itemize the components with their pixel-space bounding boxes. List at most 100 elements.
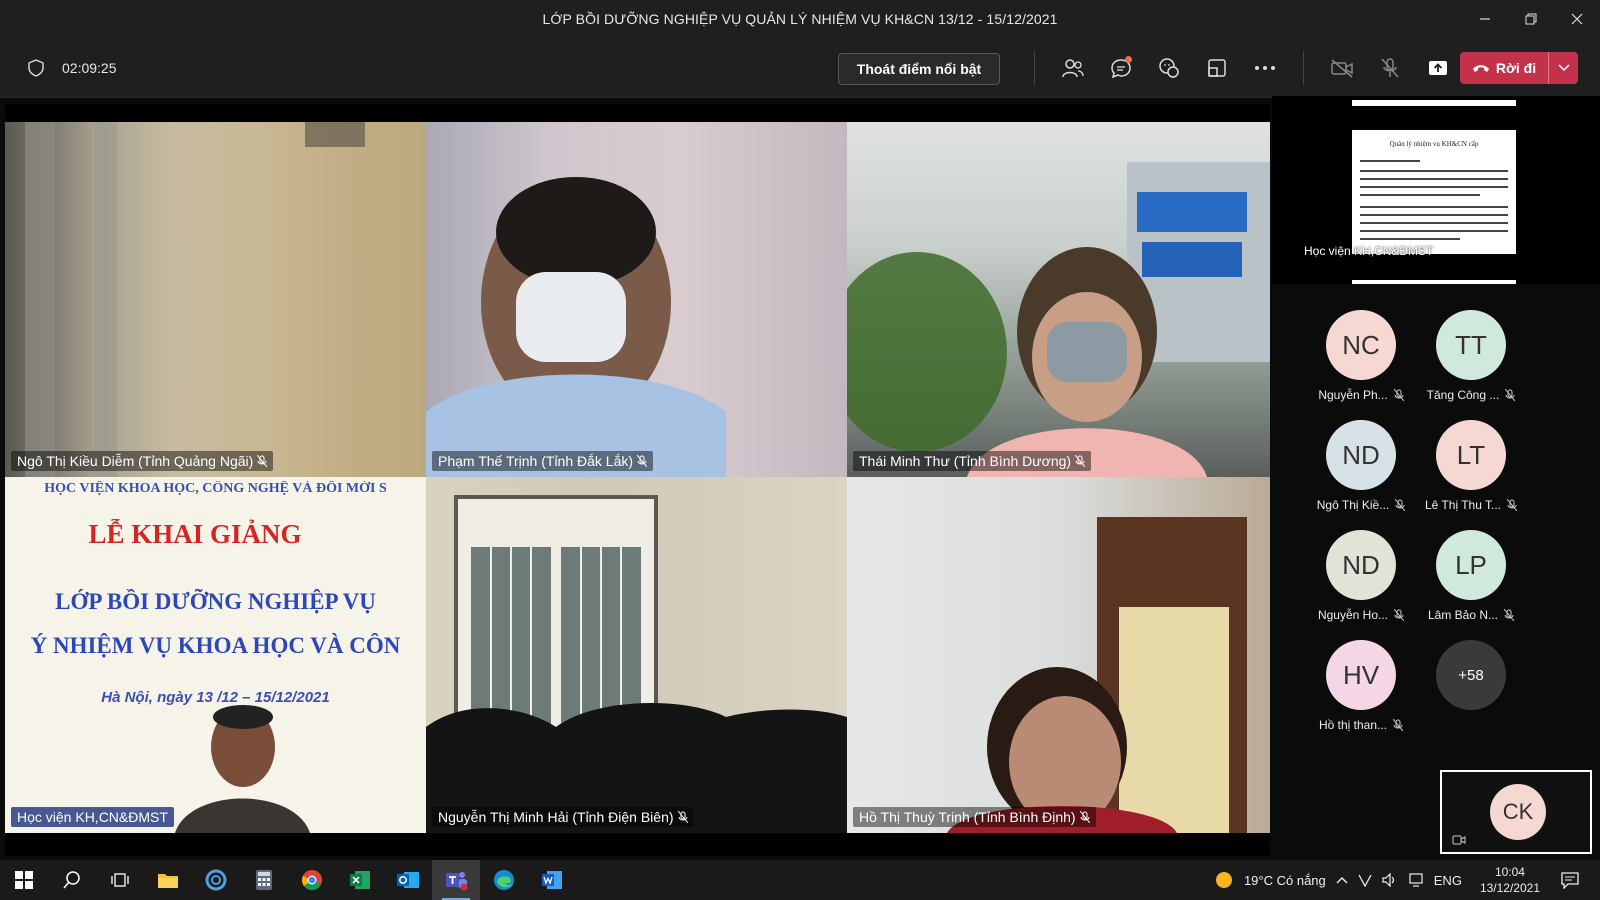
volume-icon[interactable] <box>1382 873 1398 887</box>
shared-document-page: Quản lý nhiệm vụ KH&CN cấp <box>1352 130 1516 254</box>
word-taskbar[interactable] <box>528 860 576 900</box>
participant-avatar-tile[interactable]: ND Nguyễn Ho... <box>1306 530 1416 622</box>
mic-off-icon <box>1075 455 1086 467</box>
word-icon <box>542 871 562 889</box>
minimize-button[interactable] <box>1462 0 1508 38</box>
camera-settings-icon[interactable] <box>1452 834 1466 846</box>
close-icon <box>1571 13 1583 25</box>
windows-logo-icon <box>15 871 33 889</box>
file-explorer-taskbar[interactable] <box>144 860 192 900</box>
window-title: LỚP BỒI DƯỠNG NGHIỆP VỤ QUẢN LÝ NHIỆM VỤ… <box>542 11 1058 27</box>
video-scene <box>847 162 1270 477</box>
participant-name: Nguyễn Ho... <box>1317 608 1389 622</box>
shared-content-thumbnail[interactable]: Quản lý nhiệm vụ KH&CN cấp Học viện KH,C… <box>1272 96 1600 284</box>
doc-page-fragment <box>1352 280 1516 284</box>
notifications-icon[interactable] <box>1560 871 1580 889</box>
leave-button[interactable]: Rời đi <box>1460 52 1578 84</box>
video-tile-presenter[interactable]: HỌC VIỆN KHOA HỌC, CÔNG NGHỆ VÀ ĐỔI MỚI … <box>5 477 426 833</box>
teams-taskbar[interactable] <box>432 860 480 900</box>
mic-off-icon <box>1393 389 1404 401</box>
participant-avatar-tile[interactable]: ND Ngô Thị Kiề... <box>1306 420 1416 512</box>
teams-meeting-window: LỚP BỒI DƯỠNG NGHIỆP VỤ QUẢN LÝ NHIỆM VỤ… <box>0 0 1600 900</box>
video-tile[interactable]: Hồ Thị Thuỳ Trinh (Tỉnh Bình Định) <box>847 477 1270 833</box>
shield-icon[interactable] <box>28 59 44 77</box>
outlook-taskbar[interactable] <box>384 860 432 900</box>
reaction-icon <box>1159 58 1179 78</box>
excel-icon <box>350 871 370 889</box>
more-actions-button[interactable] <box>1241 38 1289 98</box>
leave-options-dropdown[interactable] <box>1548 52 1578 84</box>
participants-button[interactable] <box>1049 38 1097 98</box>
participant-avatar-tile[interactable]: LT Lê Thị Thu T... <box>1416 420 1526 512</box>
clock-date: 13/12/2021 <box>1479 881 1540 895</box>
network-icon[interactable] <box>1408 873 1424 887</box>
participant-name: Lê Thị Thu T... <box>1424 498 1502 512</box>
clock[interactable]: 10:04 13/12/2021 <box>1480 864 1540 896</box>
phone-hangup-icon <box>1472 65 1489 72</box>
task-view-icon <box>111 873 129 887</box>
avatar: TT <box>1436 310 1506 380</box>
weather-text[interactable]: 19°C Có nắng <box>1244 873 1326 888</box>
camera-off-icon <box>1331 59 1353 78</box>
video-tile[interactable]: Nguyễn Thị Minh Hải (Tỉnh Điện Biên) <box>426 477 847 833</box>
mic-off-icon <box>1381 58 1399 78</box>
search-button[interactable] <box>48 860 96 900</box>
meeting-timer: 02:09:25 <box>62 60 117 76</box>
view-layout-button[interactable] <box>1193 38 1241 98</box>
more-icon <box>1255 66 1275 70</box>
task-view-button[interactable] <box>96 860 144 900</box>
camera-toggle-button[interactable] <box>1318 38 1366 98</box>
doc-title: Quản lý nhiệm vụ KH&CN cấp <box>1389 140 1479 148</box>
participant-name-label: Phạm Thế Trịnh (Tỉnh Đắk Lắk) <box>432 451 654 471</box>
participant-avatar-tile[interactable]: TT Tăng Công ... <box>1416 310 1526 402</box>
video-scene <box>426 177 726 477</box>
participant-avatar-tile[interactable]: HV Hồ thị than... <box>1306 640 1416 732</box>
start-button[interactable] <box>0 860 48 900</box>
excel-taskbar[interactable] <box>336 860 384 900</box>
chrome-taskbar[interactable] <box>288 860 336 900</box>
avatar: ND <box>1326 420 1396 490</box>
calculator-icon <box>256 870 272 890</box>
video-tile[interactable]: Phạm Thế Trịnh (Tỉnh Đắk Lắk) <box>426 122 847 477</box>
more-participants-count: +58 <box>1436 640 1506 710</box>
leave-label: Rời đi <box>1495 60 1537 76</box>
more-participants-button[interactable]: +58 <box>1416 640 1526 710</box>
participant-name: Tăng Công ... <box>1426 388 1500 402</box>
mic-off-icon <box>1079 811 1090 823</box>
avatar: LP <box>1436 530 1506 600</box>
mic-off-icon <box>1507 499 1518 511</box>
app-taskbar[interactable] <box>192 860 240 900</box>
leave-main[interactable]: Rời đi <box>1460 60 1548 76</box>
participant-avatar-tile[interactable]: NC Nguyễn Ph... <box>1306 310 1416 402</box>
participant-avatar-tile[interactable]: LP Lâm Bảo N... <box>1416 530 1526 622</box>
language-indicator[interactable]: ENG <box>1434 873 1462 888</box>
mic-off-icon <box>1395 499 1406 511</box>
participant-name-label: Học viện KH,CN&ĐMST <box>11 807 174 827</box>
chat-button[interactable] <box>1097 38 1145 98</box>
participant-name-label: Thái Minh Thư (Tỉnh Bình Dương) <box>853 451 1092 471</box>
video-scene <box>25 122 365 477</box>
restore-button[interactable] <box>1508 0 1554 38</box>
participant-name: Ngô Thị Kiề... <box>1316 498 1390 512</box>
self-avatar: CK <box>1490 784 1546 840</box>
close-window-button[interactable] <box>1554 0 1600 38</box>
presenter-label: Học viện KH,CN&ĐMST <box>1304 244 1434 258</box>
exit-spotlight-button[interactable]: Thoát điểm nổi bật <box>838 53 1000 85</box>
participant-name-label: Nguyễn Thị Minh Hải (Tỉnh Điện Biên) <box>432 807 694 827</box>
self-view-tile[interactable]: CK <box>1440 770 1592 854</box>
share-screen-button[interactable] <box>1414 38 1462 98</box>
raise-hand-button[interactable] <box>1145 38 1193 98</box>
calculator-taskbar[interactable] <box>240 860 288 900</box>
mic-toggle-button[interactable] <box>1366 38 1414 98</box>
video-scene <box>175 705 310 833</box>
vpn-icon[interactable] <box>1358 873 1372 887</box>
video-tile[interactable]: Ngô Thị Kiều Diễm (Tỉnh Quảng Ngãi) <box>5 122 426 477</box>
edge-icon <box>494 870 514 890</box>
teams-icon <box>446 872 468 891</box>
edge-taskbar[interactable] <box>480 860 528 900</box>
share-tray-icon <box>1429 61 1447 75</box>
video-tile[interactable]: Thái Minh Thư (Tỉnh Bình Dương) <box>847 122 1270 477</box>
chevron-up-icon[interactable] <box>1336 876 1348 884</box>
mic-off-icon <box>257 455 268 467</box>
mic-off-icon <box>1393 719 1404 731</box>
